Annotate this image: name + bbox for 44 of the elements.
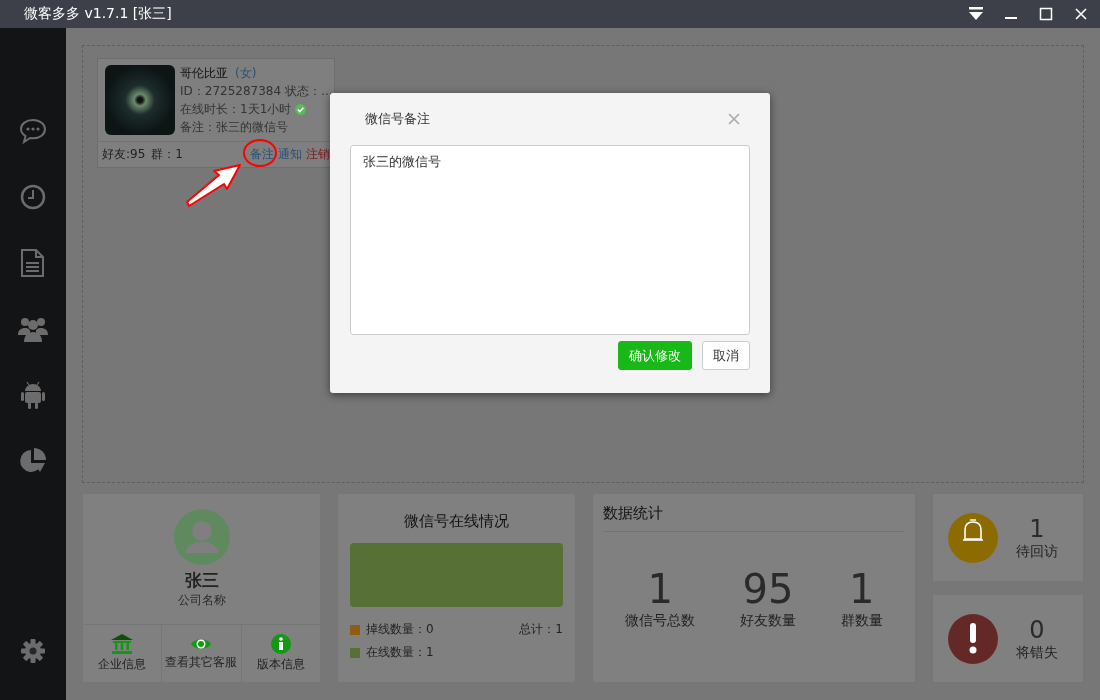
legend-label: 在线数量：1	[366, 644, 434, 661]
friend-count: 好友:95	[102, 146, 146, 163]
maximize-icon[interactable]	[1039, 7, 1053, 21]
dialog-title: 微信号备注	[364, 110, 431, 128]
legend-label: 掉线数量：0	[366, 621, 434, 638]
photo-placeholder	[105, 65, 175, 135]
total-count: 总计：1	[519, 621, 563, 638]
user-name: 张三	[184, 569, 219, 592]
alert-count: 0	[1029, 615, 1045, 644]
note-field[interactable]: 张三的微信号	[350, 145, 750, 335]
profile-button[interactable]: 版本信息	[241, 625, 320, 682]
stat-label: 好友数量	[740, 612, 796, 630]
cancel-button[interactable]: 取消	[702, 341, 750, 370]
action-link[interactable]: 备注	[250, 147, 274, 161]
company-name: 公司名称	[177, 592, 226, 609]
action-link[interactable]: 通知	[278, 147, 302, 161]
stat-label: 群数量	[840, 612, 883, 630]
action-link[interactable]: 注销	[306, 147, 330, 161]
window-title: 微客多多 v1.7.1 [张三]	[23, 5, 173, 23]
note-text: 备注：张三的微信号	[180, 119, 289, 135]
alert-label: 将错失	[1016, 643, 1058, 662]
document-icon[interactable]	[21, 246, 45, 280]
avatar-icon	[173, 509, 230, 565]
stat-label: 微信号总数	[625, 612, 696, 630]
confirm-button[interactable]: 确认修改	[618, 341, 692, 370]
status-label: 状态：...	[285, 83, 333, 99]
gender-label: (女)	[235, 65, 257, 81]
annotation-arrow	[184, 162, 242, 208]
info-icon	[270, 634, 291, 654]
online-time: 在线时长：1天1小时	[180, 101, 292, 117]
card-title: 数据统计	[603, 504, 905, 532]
stat-value: 1	[848, 566, 875, 612]
bank-icon	[111, 634, 134, 654]
profile-button[interactable]: 查看其它客服	[162, 625, 242, 682]
alert-label: 待回访	[1016, 542, 1058, 561]
group-count: 群：1	[151, 146, 183, 163]
stat-value: 95	[742, 566, 794, 612]
account-name: 哥伦比亚	[180, 65, 228, 81]
card-title: 微信号在线情况	[403, 512, 510, 531]
stat-value: 1	[647, 566, 674, 612]
alert-count: 1	[1029, 514, 1045, 543]
dropdown-icon[interactable]	[968, 7, 984, 21]
profile-button[interactable]: 企业信息	[83, 625, 163, 682]
account-id: ID：2725287384	[180, 83, 282, 99]
